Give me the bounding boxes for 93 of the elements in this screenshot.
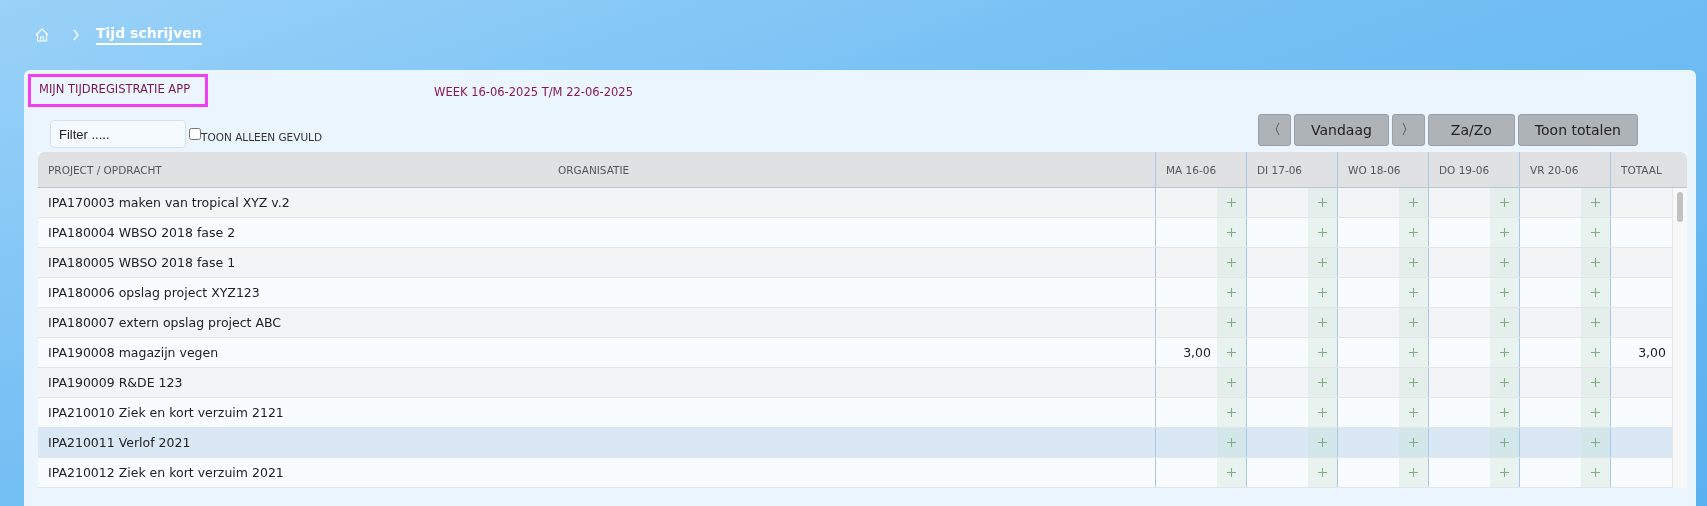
add-icon[interactable]	[1500, 198, 1509, 207]
add-icon[interactable]	[1409, 318, 1418, 327]
column-header: TOTAAL	[1610, 152, 1672, 187]
project-cell-text: IPA180005 WBSO 2018 fase 1	[47, 254, 237, 272]
toolbar-button[interactable]: Toon totalen	[1517, 114, 1638, 146]
add-icon[interactable]	[1500, 438, 1509, 447]
next-button[interactable]: 〉	[1391, 114, 1425, 146]
table-row[interactable]: IPA180007 extern opslag project ABC	[38, 308, 1672, 338]
add-icon[interactable]	[1591, 438, 1600, 447]
add-icon[interactable]	[1500, 468, 1509, 477]
add-icon[interactable]	[1227, 468, 1236, 477]
add-icon[interactable]	[1500, 288, 1509, 297]
table-row[interactable]: IPA170003 maken van tropical XYZ v.2	[38, 188, 1672, 218]
add-icon[interactable]	[1318, 378, 1327, 387]
column-header: DI 17-06	[1246, 152, 1337, 187]
project-cell-text: IPA210011 Verlof 2021	[47, 434, 192, 452]
scrollbar-thumb[interactable]	[1677, 192, 1683, 222]
add-icon[interactable]	[1500, 348, 1509, 357]
add-icon[interactable]	[1227, 258, 1236, 267]
column-header: VR 20-06	[1519, 152, 1610, 187]
week-label: WEEK 16-06-2025 T/M 22-06-2025	[434, 85, 633, 99]
add-icon[interactable]	[1227, 378, 1236, 387]
add-icon[interactable]	[1500, 318, 1509, 327]
add-icon[interactable]	[1409, 438, 1418, 447]
add-icon[interactable]	[1591, 228, 1600, 237]
add-icon[interactable]	[1591, 288, 1600, 297]
column-header: DO 19-06	[1428, 152, 1519, 187]
add-icon[interactable]	[1591, 198, 1600, 207]
add-icon[interactable]	[1409, 348, 1418, 357]
add-icon[interactable]	[1318, 198, 1327, 207]
home-icon[interactable]	[34, 27, 50, 43]
checkbox[interactable]	[189, 128, 201, 140]
add-icon[interactable]	[1227, 318, 1236, 327]
add-icon[interactable]	[1318, 408, 1327, 417]
add-icon[interactable]	[1318, 288, 1327, 297]
table-row[interactable]: IPA210011 Verlof 2021	[38, 428, 1672, 458]
table-row[interactable]: IPA210012 Ziek en kort verzuim 2021	[38, 458, 1672, 488]
table-row[interactable]: IPA190008 magazijn vegen 3,00 3,00	[38, 338, 1672, 368]
add-icon[interactable]	[1591, 408, 1600, 417]
hours-cell-text: 3,00	[1182, 344, 1212, 362]
add-icon[interactable]	[1409, 378, 1418, 387]
project-cell-text: IPA190009 R&DE 123	[47, 374, 184, 392]
column-header: ORGANISATIE	[558, 162, 631, 178]
add-icon[interactable]	[1409, 468, 1418, 477]
add-icon[interactable]	[1227, 438, 1236, 447]
add-icon[interactable]	[1409, 288, 1418, 297]
table-row[interactable]: IPA190009 R&DE 123	[38, 368, 1672, 398]
previous-button[interactable]: 〈	[1258, 114, 1291, 146]
add-icon[interactable]	[1318, 318, 1327, 327]
column-header: MA 16-06	[1155, 152, 1246, 187]
add-icon[interactable]	[1591, 258, 1600, 267]
project-cell-text: IPA170003 maken van tropical XYZ v.2	[47, 194, 291, 212]
add-icon[interactable]	[1409, 408, 1418, 417]
add-icon[interactable]	[1409, 228, 1418, 237]
table-row[interactable]: IPA210010 Ziek en kort verzuim 2121	[38, 398, 1672, 428]
filter-field[interactable]: Filter .....	[50, 120, 186, 148]
add-icon[interactable]	[1500, 408, 1509, 417]
checkbox-label[interactable]: TOON ALLEEN GEVULD	[201, 131, 323, 143]
project-cell-text: IPA180007 extern opslag project ABC	[47, 314, 283, 332]
add-icon[interactable]	[1227, 348, 1236, 357]
column-header: PROJECT / OPDRACHT	[47, 162, 163, 178]
add-icon[interactable]	[1591, 468, 1600, 477]
column-header: WO 18-06	[1337, 152, 1428, 187]
toolbar-button[interactable]: Za/Zo	[1427, 114, 1515, 146]
add-icon[interactable]	[1409, 198, 1418, 207]
add-icon[interactable]	[1227, 228, 1236, 237]
add-icon[interactable]	[1500, 258, 1509, 267]
add-icon[interactable]	[1318, 228, 1327, 237]
add-icon[interactable]	[1227, 288, 1236, 297]
add-icon[interactable]	[1591, 378, 1600, 387]
add-icon[interactable]	[1318, 258, 1327, 267]
add-icon[interactable]	[1500, 378, 1509, 387]
add-icon[interactable]	[1591, 318, 1600, 327]
project-cell-text: IPA210010 Ziek en kort verzuim 2121	[47, 404, 285, 422]
add-icon[interactable]	[1318, 348, 1327, 357]
add-icon[interactable]	[1227, 408, 1236, 417]
add-icon[interactable]	[1591, 348, 1600, 357]
project-cell-text: IPA180004 WBSO 2018 fase 2	[47, 224, 237, 242]
toolbar-button[interactable]: Vandaag	[1294, 114, 1389, 146]
project-cell-text: IPA180006 opslag project XYZ123	[47, 284, 261, 302]
add-icon[interactable]	[1227, 198, 1236, 207]
add-icon[interactable]	[1318, 468, 1327, 477]
total-cell: 3,00	[1638, 345, 1666, 360]
table-row[interactable]: IPA180005 WBSO 2018 fase 1	[38, 248, 1672, 278]
table-row[interactable]: IPA180004 WBSO 2018 fase 2	[38, 218, 1672, 248]
project-cell-text: IPA210012 Ziek en kort verzuim 2021	[47, 464, 285, 482]
chevron-right-icon	[72, 29, 80, 41]
project-cell-text: IPA190008 magazijn vegen	[47, 344, 220, 362]
table-row[interactable]: IPA180006 opslag project XYZ123	[38, 278, 1672, 308]
app-title: MIJN TIJDREGISTRATIE APP	[28, 73, 209, 107]
add-icon[interactable]	[1318, 438, 1327, 447]
add-icon[interactable]	[1409, 258, 1418, 267]
add-icon[interactable]	[1500, 228, 1509, 237]
